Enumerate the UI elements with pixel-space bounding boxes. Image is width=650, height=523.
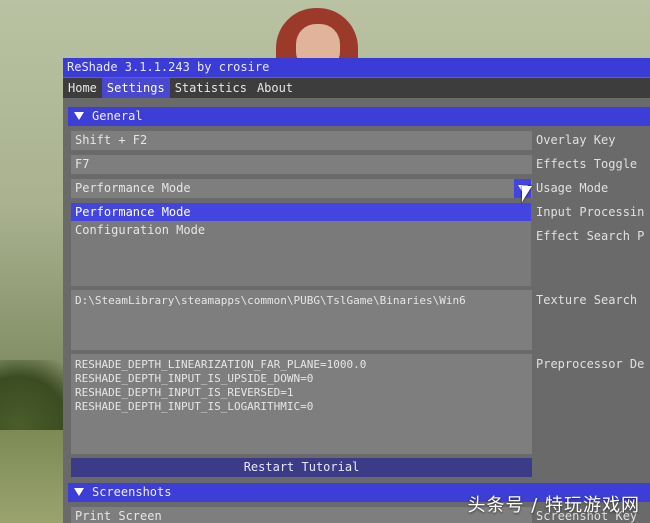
usage-mode-combo[interactable]: Performance Mode [71,179,532,198]
overlay-key-label: Overlay Key [536,133,616,147]
preprocessor-definitions[interactable]: RESHADE_DEPTH_LINEARIZATION_FAR_PLANE=10… [71,354,532,454]
tab-about[interactable]: About [252,78,298,98]
collapse-triangle-icon [74,487,84,496]
usage-mode-label: Usage Mode [536,181,609,195]
input-processing-label: Input Processin [536,205,645,219]
effects-toggle-label: Effects Toggle [536,157,638,171]
general-section-header[interactable]: General [68,107,650,126]
tab-settings[interactable]: Settings [101,78,170,98]
tab-bar: Home Settings Statistics About [63,78,650,98]
effects-toggle-input[interactable]: F7 [71,155,532,174]
overlay-key-input[interactable]: Shift + F2 [71,131,532,150]
general-section-title: General [92,109,143,123]
window-title[interactable]: ReShade 3.1.1.243 by crosire [63,58,650,77]
usage-mode-dropdown-list: Performance Mode Configuration Mode [71,203,531,286]
watermark: 头条号 / 特玩游戏网 [467,495,640,516]
texture-search-label: Texture Search [536,293,638,307]
collapse-triangle-icon [74,111,84,120]
screenshot-key-input[interactable]: Print Screen [71,507,532,523]
effect-search-label: Effect Search P [536,229,645,243]
preprocessor-label: Preprocessor De [536,357,645,371]
mouse-cursor-icon [522,186,532,202]
texture-search-paths[interactable]: D:\SteamLibrary\steamapps\common\PUBG\Ts… [71,290,532,350]
tab-statistics[interactable]: Statistics [170,78,252,98]
screenshots-section-title: Screenshots [92,485,172,499]
reshade-window: ReShade 3.1.1.243 by crosire Home Settin… [63,58,650,523]
tab-home[interactable]: Home [63,78,102,98]
dropdown-option-configuration-mode[interactable]: Configuration Mode [71,221,531,239]
restart-tutorial-button[interactable]: Restart Tutorial [71,458,532,477]
dropdown-option-performance-mode[interactable]: Performance Mode [71,203,531,221]
background-ground [0,430,64,523]
